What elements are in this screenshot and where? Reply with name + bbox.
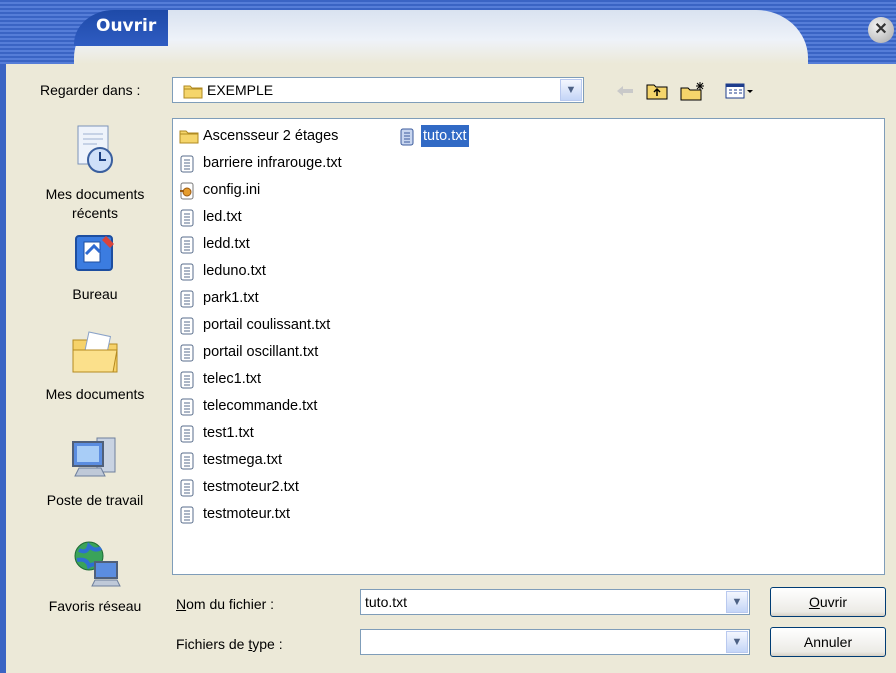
close-button[interactable]: ✕ bbox=[868, 17, 894, 43]
look-in-label: Regarder dans : bbox=[40, 82, 141, 98]
file-name: ledd.txt bbox=[203, 236, 250, 252]
text-file-icon bbox=[179, 452, 195, 477]
title-tab bbox=[74, 10, 808, 64]
place-my-computer[interactable]: Poste de travail bbox=[30, 436, 160, 510]
title-bar[interactable]: Ouvrir ✕ bbox=[0, 0, 896, 64]
up-folder-button[interactable] bbox=[644, 78, 670, 104]
file-name: testmoteur.txt bbox=[203, 506, 291, 522]
chevron-down-icon: ▼ bbox=[731, 596, 743, 608]
my-documents-icon bbox=[30, 330, 160, 381]
file-name: testmega.txt bbox=[203, 452, 282, 468]
text-file-icon bbox=[179, 317, 195, 342]
file-name: Ascensseur 2 étages bbox=[203, 128, 339, 144]
window-title: Ouvrir bbox=[96, 16, 157, 36]
text-file-icon bbox=[179, 344, 195, 369]
file-name: tuto.txt bbox=[420, 124, 470, 148]
file-list[interactable]: Ascensseur 2 étages barriere infrarouge.… bbox=[172, 118, 885, 575]
folder-icon bbox=[179, 128, 199, 151]
recent-documents-icon bbox=[30, 124, 160, 181]
place-desktop[interactable]: Bureau bbox=[30, 232, 160, 304]
open-button[interactable]: Ouvrir bbox=[770, 587, 886, 617]
file-name: telecommande.txt bbox=[203, 398, 318, 414]
file-name: telec1.txt bbox=[203, 371, 262, 387]
file-name: leduno.txt bbox=[203, 263, 266, 279]
place-network[interactable]: Favoris réseau bbox=[30, 538, 160, 616]
up-folder-icon bbox=[646, 84, 668, 100]
file-name: testmoteur2.txt bbox=[203, 479, 299, 495]
filename-combobox[interactable]: tuto.txt ▼ bbox=[360, 589, 750, 615]
new-folder-button[interactable] bbox=[678, 78, 708, 104]
back-arrow-icon bbox=[617, 86, 633, 96]
place-label-line2: récents bbox=[72, 205, 118, 221]
my-computer-icon bbox=[30, 436, 160, 487]
file-name: park1.txt bbox=[203, 290, 259, 306]
text-file-icon bbox=[179, 398, 195, 423]
ini-file-icon bbox=[179, 182, 197, 207]
text-file-icon bbox=[179, 290, 195, 315]
place-my-documents[interactable]: Mes documents bbox=[30, 330, 160, 404]
network-places-icon bbox=[30, 538, 160, 593]
desktop-icon bbox=[30, 232, 160, 281]
file-name: config.ini bbox=[203, 182, 261, 198]
file-name: portail coulissant.txt bbox=[203, 317, 331, 333]
text-file-icon bbox=[179, 506, 195, 531]
view-menu-icon bbox=[725, 83, 753, 99]
view-menu-button[interactable] bbox=[720, 78, 760, 104]
filetype-dropdown-button[interactable]: ▼ bbox=[726, 631, 748, 653]
place-label: Mes documents bbox=[45, 386, 145, 402]
file-name: portail oscillant.txt bbox=[203, 344, 319, 360]
place-label: Mes documents bbox=[45, 186, 145, 202]
filename-label: Nom du fichier : bbox=[176, 596, 275, 612]
cancel-button[interactable]: Annuler bbox=[770, 627, 886, 657]
window-left-border bbox=[0, 64, 6, 673]
file-name: barriere infrarouge.txt bbox=[203, 155, 342, 171]
chevron-down-icon: ▼ bbox=[731, 636, 743, 648]
text-file-icon bbox=[399, 128, 415, 153]
look-in-combobox[interactable]: EXEMPLE ▼ bbox=[172, 77, 584, 103]
place-recent-documents[interactable]: Mes documents récents bbox=[30, 124, 160, 223]
text-file-icon bbox=[179, 371, 195, 396]
file-name: led.txt bbox=[203, 209, 242, 225]
place-label: Favoris réseau bbox=[48, 598, 142, 614]
place-label: Poste de travail bbox=[46, 492, 144, 508]
filename-value: tuto.txt bbox=[365, 594, 408, 610]
text-file-icon bbox=[179, 425, 195, 450]
place-label: Bureau bbox=[72, 286, 118, 302]
filename-dropdown-button[interactable]: ▼ bbox=[726, 591, 748, 613]
folder-icon bbox=[183, 83, 203, 102]
text-file-icon bbox=[179, 479, 195, 504]
text-file-icon bbox=[179, 263, 195, 288]
back-button[interactable] bbox=[612, 78, 638, 104]
chevron-down-icon: ▼ bbox=[565, 84, 577, 96]
look-in-dropdown-button[interactable]: ▼ bbox=[560, 79, 582, 101]
text-file-icon bbox=[179, 155, 195, 180]
new-folder-icon bbox=[680, 82, 704, 101]
filetype-combobox[interactable]: ▼ bbox=[360, 629, 750, 655]
close-icon: ✕ bbox=[874, 21, 888, 38]
filetype-label: Fichiers de type : bbox=[176, 636, 283, 652]
text-file-icon bbox=[179, 209, 195, 234]
look-in-value: EXEMPLE bbox=[207, 82, 274, 98]
text-file-icon bbox=[179, 236, 195, 261]
file-name: test1.txt bbox=[203, 425, 254, 441]
